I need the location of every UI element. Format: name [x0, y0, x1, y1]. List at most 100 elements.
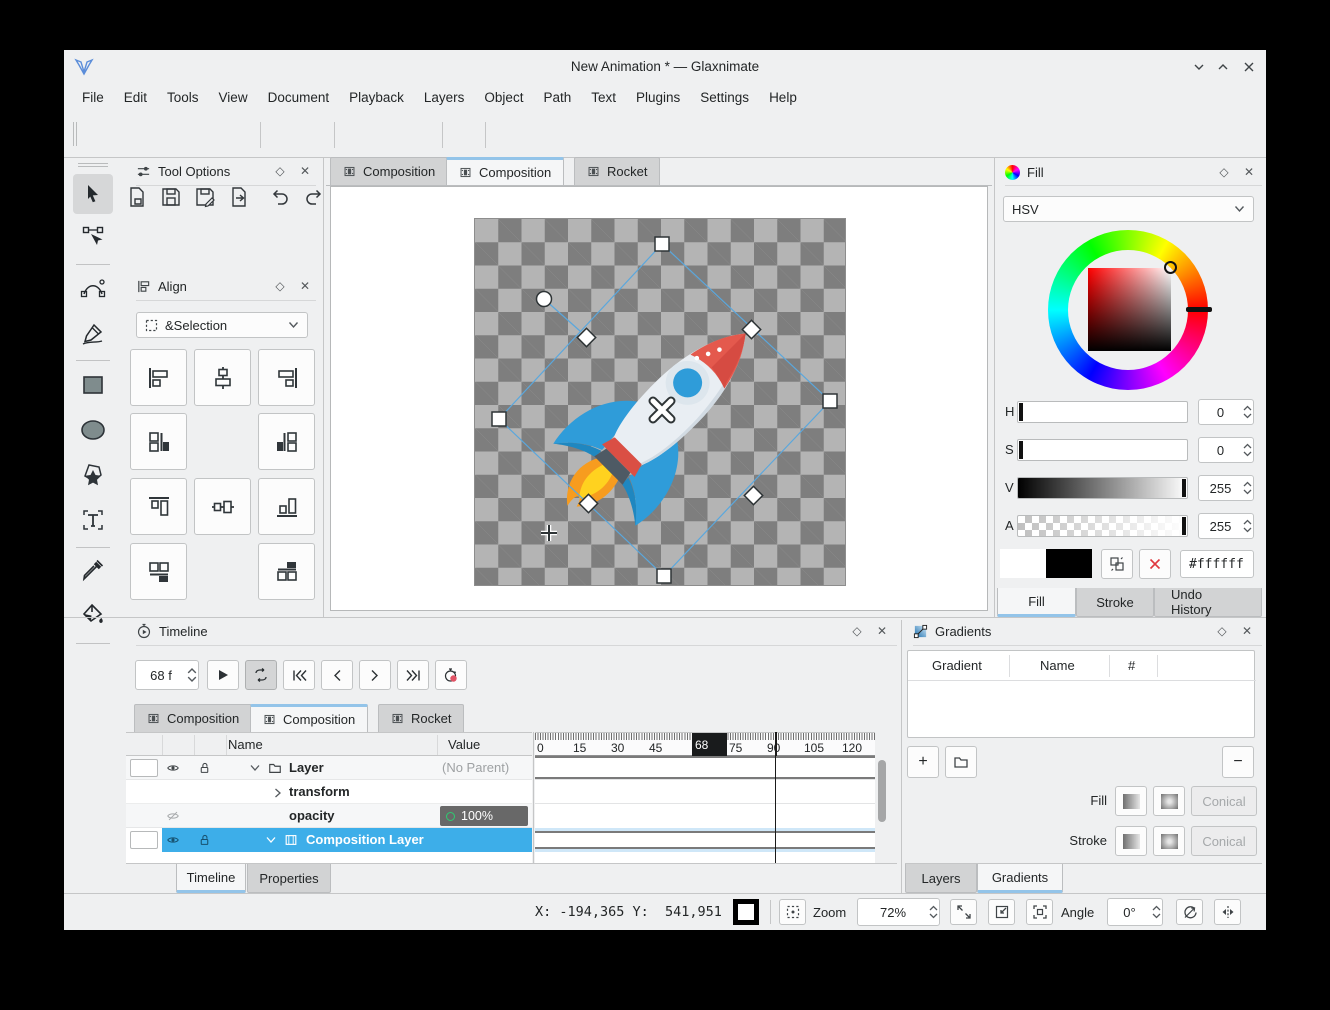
frame-spinbox[interactable]: 68 f — [135, 660, 199, 690]
tab-layers[interactable]: Layers — [905, 864, 977, 893]
layer-parent-value[interactable]: (No Parent) — [442, 760, 509, 775]
menu-text[interactable]: Text — [581, 84, 626, 110]
swap-colors-button[interactable] — [1101, 549, 1133, 579]
column-hash[interactable]: # — [1128, 658, 1135, 673]
gradient-presets-button[interactable] — [945, 746, 977, 778]
stroke-radial-gradient-button[interactable] — [1153, 826, 1185, 856]
maximize-icon[interactable] — [1216, 61, 1230, 73]
column-name[interactable]: Name — [228, 737, 263, 752]
fit-view-button[interactable] — [1026, 899, 1053, 925]
align-bottom-button[interactable] — [258, 478, 315, 535]
go-to-start-button[interactable] — [283, 660, 315, 690]
primary-color-swatch[interactable] — [1000, 549, 1046, 578]
layer-row[interactable]: Layer (No Parent) — [126, 756, 532, 780]
layer-name[interactable]: Layer — [289, 760, 324, 775]
expand-chevron-icon[interactable] — [250, 764, 260, 772]
playhead-ruler-mark[interactable] — [775, 732, 777, 756]
composition-layer-name[interactable]: Composition Layer — [306, 832, 424, 847]
zoom-shrink-button[interactable] — [988, 899, 1015, 925]
align-vcenter-button[interactable] — [194, 478, 251, 535]
transform-row[interactable]: transform — [126, 780, 532, 804]
timeline-tab-composition-2[interactable]: Composition — [250, 704, 368, 732]
expand-chevron-icon[interactable] — [266, 836, 276, 844]
opacity-value-chip[interactable]: 100% — [440, 806, 528, 826]
node-edit-tool[interactable] — [73, 217, 113, 257]
previous-frame-button[interactable] — [321, 660, 353, 690]
column-value[interactable]: Value — [448, 737, 480, 752]
playhead[interactable] — [775, 756, 776, 863]
composition-track-bar[interactable] — [535, 831, 875, 849]
align-left-outside-button[interactable] — [130, 413, 187, 470]
hue-marker[interactable] — [1186, 307, 1212, 312]
remove-gradient-button[interactable]: − — [1222, 746, 1254, 778]
canvas-tab-rocket[interactable]: Rocket — [574, 157, 660, 185]
a-spinbox[interactable]: 255 — [1198, 513, 1254, 539]
menu-document[interactable]: Document — [258, 84, 340, 110]
clear-color-button[interactable] — [1139, 549, 1171, 579]
s-slider[interactable] — [1017, 439, 1188, 461]
v-spinbox[interactable]: 255 — [1198, 475, 1254, 501]
color-mode-select[interactable]: HSV — [1003, 196, 1254, 222]
menu-playback[interactable]: Playback — [339, 84, 414, 110]
color-picker-tool[interactable] — [73, 550, 113, 590]
angle-spinbox[interactable]: 0° — [1107, 898, 1163, 926]
composition-layer-row[interactable]: Composition Layer — [126, 828, 532, 852]
play-button[interactable] — [207, 660, 239, 690]
float-panel-icon[interactable]: ◇ — [271, 277, 289, 295]
star-tool[interactable] — [73, 455, 113, 495]
align-top-outside-button[interactable] — [258, 543, 315, 600]
opacity-row[interactable]: opacity 100% — [126, 804, 532, 828]
draw-tool[interactable] — [73, 314, 113, 354]
align-right-outside-button[interactable] — [258, 413, 315, 470]
canvas-artboard[interactable] — [474, 218, 846, 586]
v-slider[interactable] — [1017, 477, 1188, 499]
rectangle-tool[interactable] — [73, 365, 113, 405]
s-spinbox[interactable]: 0 — [1198, 437, 1254, 463]
keyframe-disabled-icon[interactable] — [166, 809, 180, 823]
a-slider[interactable] — [1017, 515, 1188, 537]
visible-icon[interactable] — [166, 761, 180, 775]
timeline-ruler[interactable]: 0 15 30 45 68 75 90 105 120 — [535, 732, 875, 756]
close-panel-icon[interactable]: ✕ — [1240, 163, 1258, 181]
h-slider[interactable] — [1017, 401, 1188, 423]
column-gradient[interactable]: Gradient — [932, 658, 982, 673]
menu-object[interactable]: Object — [474, 84, 533, 110]
selection-bounds-button[interactable] — [779, 899, 806, 925]
float-panel-icon[interactable]: ◇ — [1215, 163, 1233, 181]
go-to-end-button[interactable] — [397, 660, 429, 690]
float-panel-icon[interactable]: ◇ — [1213, 622, 1231, 640]
close-panel-icon[interactable]: ✕ — [296, 162, 314, 180]
fill-conical-gradient-button[interactable]: Conical — [1191, 786, 1257, 816]
fill-linear-gradient-button[interactable] — [1115, 786, 1147, 816]
select-tool[interactable] — [73, 174, 113, 214]
canvas-tab-composition-2[interactable]: Composition — [446, 157, 564, 185]
menu-path[interactable]: Path — [533, 84, 581, 110]
timeline-tab-rocket[interactable]: Rocket — [378, 704, 464, 732]
tab-timeline[interactable]: Timeline — [176, 864, 246, 893]
loop-button[interactable] — [245, 660, 277, 690]
current-color-swatch[interactable] — [733, 899, 759, 925]
next-frame-button[interactable] — [359, 660, 391, 690]
menu-plugins[interactable]: Plugins — [626, 84, 690, 110]
text-tool[interactable] — [73, 500, 113, 540]
tab-fill[interactable]: Fill — [997, 588, 1076, 617]
canvas-viewport[interactable] — [330, 186, 988, 611]
record-button[interactable] — [435, 660, 467, 690]
menu-layers[interactable]: Layers — [414, 84, 475, 110]
column-name[interactable]: Name — [1040, 658, 1075, 673]
add-gradient-button[interactable]: + — [907, 746, 939, 778]
close-panel-icon[interactable]: ✕ — [873, 622, 891, 640]
tab-stroke[interactable]: Stroke — [1076, 588, 1154, 617]
sv-square[interactable] — [1088, 268, 1171, 351]
flip-view-button[interactable] — [1214, 899, 1241, 925]
opacity-name[interactable]: opacity — [289, 808, 335, 823]
align-right-button[interactable] — [258, 349, 315, 406]
menu-help[interactable]: Help — [759, 84, 807, 110]
timeline-scrollbar[interactable] — [878, 760, 886, 822]
minimize-icon[interactable] — [1192, 61, 1206, 73]
visible-icon[interactable] — [166, 833, 180, 847]
expand-chevron-icon[interactable] — [274, 788, 282, 798]
stroke-linear-gradient-button[interactable] — [1115, 826, 1147, 856]
timeline-tab-composition-1[interactable]: Composition — [134, 704, 252, 732]
keyframe-toggle-box[interactable] — [130, 759, 158, 777]
